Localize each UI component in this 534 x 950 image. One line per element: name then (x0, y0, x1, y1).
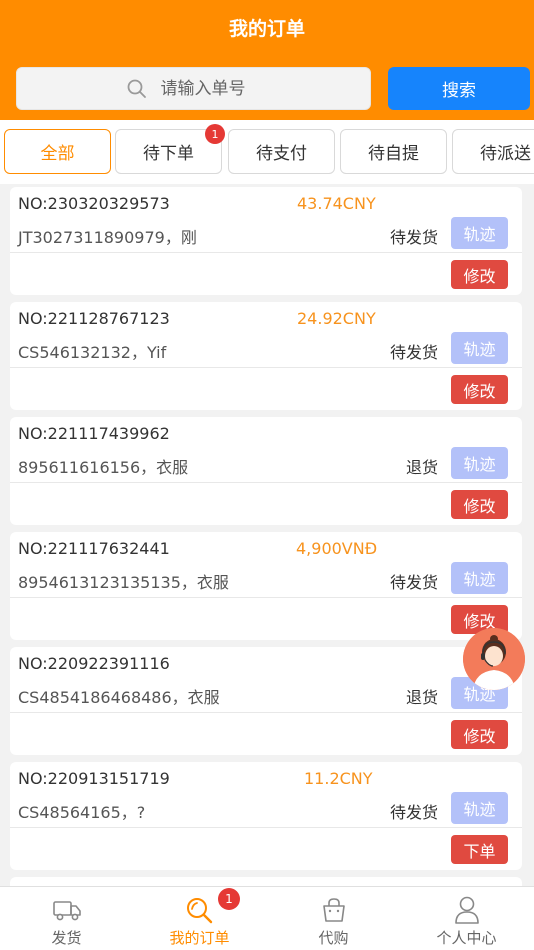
order-status: 待发货 (389, 228, 438, 247)
order-description: CS4854186468486，衣服 (18, 688, 220, 707)
order-number: NO:221117632441 (18, 539, 170, 558)
order-description: CS48564165，? (18, 803, 146, 822)
tab-all[interactable]: 全部 (4, 129, 111, 174)
order-card[interactable]: NO:220922391116 CS4854186468486，衣服 退货 轨迹… (10, 647, 522, 755)
divider (10, 597, 522, 598)
edit-button[interactable]: 修改 (451, 260, 508, 289)
order-description: 8954613123135135，衣服 (18, 573, 229, 592)
divider (10, 827, 522, 828)
truck-icon (52, 901, 81, 921)
order-status: 退货 (405, 688, 438, 707)
nav-item-profile[interactable]: 个人中心 (400, 887, 533, 950)
order-status: 待发货 (389, 343, 438, 362)
nav-badge: 1 (218, 888, 240, 910)
order-number: NO:220913151719 (18, 769, 170, 788)
tab-label: 待派送 (480, 144, 531, 164)
nav-item-ship[interactable]: 发货 (0, 887, 133, 950)
nav-label: 我的订单 (169, 929, 230, 947)
order-status: 退货 (405, 458, 438, 477)
order-card[interactable]: NO:221117439962 895611616156，衣服 退货 轨迹 修改 (10, 417, 522, 525)
order-description: JT3027311890979，刚 (18, 228, 197, 247)
divider (10, 252, 522, 253)
shopping-bag-icon (322, 898, 345, 922)
search-icon (127, 79, 146, 98)
page-title: 我的订单 (228, 18, 305, 40)
tab-pending-payment[interactable]: 待支付 (228, 129, 335, 174)
person-icon (454, 896, 479, 924)
tab-pending-delivery[interactable]: 待派送 (452, 129, 534, 174)
search-input[interactable] (160, 78, 261, 99)
edit-button[interactable]: 修改 (451, 375, 508, 404)
order-amount: 4,900VNĐ (296, 539, 378, 558)
support-agent-icon (463, 628, 525, 690)
order-card[interactable]: NO:221117632441 4,900VNĐ 895461312313513… (10, 532, 522, 640)
order-number: NO:221117439962 (18, 424, 170, 443)
nav-label: 个人中心 (436, 929, 497, 947)
order-card[interactable]: NO:230320329573 43.74CNY JT3027311890979… (10, 187, 522, 295)
tab-pending-order[interactable]: 待下单 1 (115, 124, 225, 174)
nav-label: 发货 (51, 929, 82, 947)
tab-label: 全部 (40, 144, 75, 164)
search-button[interactable]: 搜索 (388, 67, 530, 110)
tab-label: 待支付 (256, 144, 307, 164)
track-button[interactable]: 轨迹 (451, 792, 508, 824)
order-number: NO:221128767123 (18, 309, 170, 328)
order-description: CS546132132，Yif (18, 343, 167, 362)
order-description: 895611616156，衣服 (18, 458, 189, 477)
order-amount: 24.92CNY (297, 309, 376, 328)
track-button[interactable]: 轨迹 (451, 332, 508, 364)
order-amount: 11.2CNY (304, 769, 373, 788)
track-button[interactable]: 轨迹 (451, 562, 508, 594)
order-status: 待发货 (389, 803, 438, 822)
bottom-nav: 发货 我的订单 代购 个人中心 (0, 886, 534, 950)
nav-item-purchasing-agent[interactable]: 代购 (267, 887, 400, 950)
place-order-button[interactable]: 下单 (451, 835, 508, 864)
order-number: NO:230320329573 (18, 194, 170, 213)
divider (10, 482, 522, 483)
search-box[interactable] (16, 67, 371, 110)
track-button[interactable]: 轨迹 (451, 447, 508, 479)
divider (10, 712, 522, 713)
search-orders-icon (186, 898, 212, 924)
nav-item-my-orders[interactable]: 我的订单 (133, 887, 266, 950)
status-tabs: 全部 待下单 1 待支付 待自提 待派送 (0, 120, 534, 184)
order-status: 待发货 (389, 573, 438, 592)
order-amount: 43.74CNY (297, 194, 376, 213)
edit-button[interactable]: 修改 (451, 490, 508, 519)
edit-button[interactable]: 修改 (451, 720, 508, 749)
tab-label: 待下单 (143, 144, 194, 164)
order-card[interactable]: NO:220913151719 11.2CNY CS48564165，? 待发货… (10, 762, 522, 870)
track-button[interactable]: 轨迹 (451, 217, 508, 249)
order-card[interactable]: NO:221128767123 24.92CNY CS546132132，Yif… (10, 302, 522, 410)
header: 我的订单 搜索 (0, 0, 534, 120)
divider (10, 367, 522, 368)
tab-label: 待自提 (368, 144, 419, 164)
nav-label: 代购 (318, 929, 349, 947)
customer-service-avatar[interactable] (463, 628, 525, 690)
order-number: NO:220922391116 (18, 654, 170, 673)
tab-pending-pickup[interactable]: 待自提 (340, 129, 447, 174)
tab-badge: 1 (205, 124, 225, 144)
